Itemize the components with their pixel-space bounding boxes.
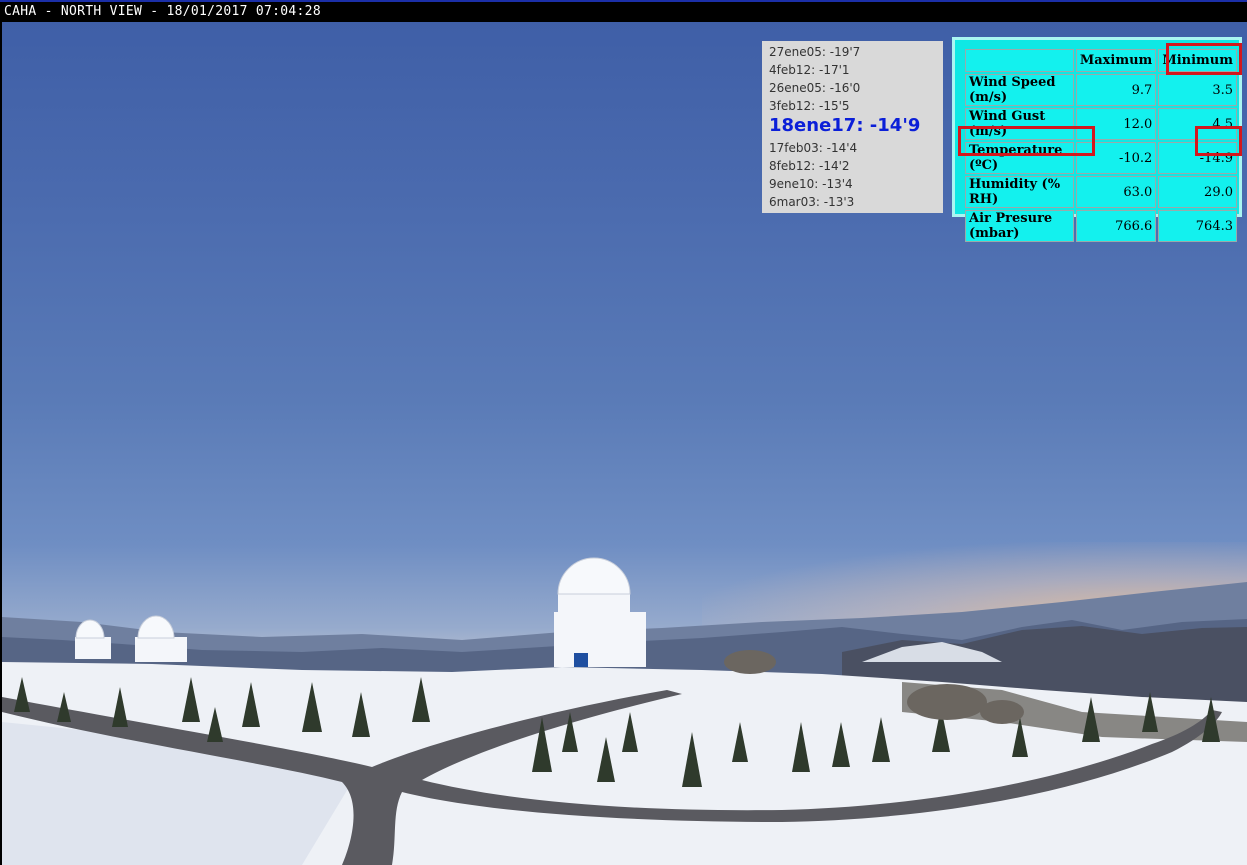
rock [907,684,987,720]
row-label: Wind Speed (m/s) [965,74,1074,106]
table-row: Humidity (% RH) 63.0 29.0 [965,176,1237,208]
min-value: 3.5 [1158,74,1237,106]
table-row: Wind Speed (m/s) 9.7 3.5 [965,74,1237,106]
record-entry: 6mar03: -13'3 [769,195,855,209]
record-entry: 9ene10: -13'4 [769,177,853,191]
max-value: -10.2 [1075,142,1157,174]
record-entry: 17feb03: -14'4 [769,141,858,155]
record-entry: 27ene05: -19'7 [769,45,861,59]
large-dome [554,557,646,667]
min-value: 4.5 [1158,108,1237,140]
weather-table: Maximum Minimum Wind Speed (m/s) 9.7 3.5… [963,47,1239,244]
record-entry: 4feb12: -17'1 [769,63,850,77]
table-row: Air Presure (mbar) 766.6 764.3 [965,210,1237,242]
table-row: Temperature (ºC) -10.2 -14.9 [965,142,1237,174]
rock [724,650,776,674]
min-value: 764.3 [1158,210,1237,242]
row-label: Humidity (% RH) [965,176,1074,208]
header-maximum: Maximum [1075,49,1157,72]
rock [980,700,1024,724]
header-minimum: Minimum [1158,49,1237,72]
min-value: 29.0 [1158,176,1237,208]
record-entry: 26ene05: -16'0 [769,81,861,95]
header-blank [965,49,1074,72]
max-value: 766.6 [1075,210,1157,242]
row-label: Temperature (ºC) [965,142,1074,174]
medium-dome [135,615,187,662]
weather-panel: Maximum Minimum Wind Speed (m/s) 9.7 3.5… [952,37,1242,242]
record-entry: 3feb12: -15'5 [769,99,850,113]
table-header-row: Maximum Minimum [965,49,1237,72]
temperature-records-panel: 27ene05: -19'7 4feb12: -17'1 26ene05: -1… [762,41,943,213]
webcam-frame: CAHA - NORTH VIEW - 18/01/2017 07:04:28 [0,0,1247,865]
camera-title: CAHA - NORTH VIEW - 18/01/2017 07:04:28 [4,4,321,19]
table-row: Wind Gust (m/s) 12.0 4.5 [965,108,1237,140]
record-entry: 8feb12: -14'2 [769,159,850,173]
max-value: 12.0 [1075,108,1157,140]
title-bar: CAHA - NORTH VIEW - 18/01/2017 07:04:28 [0,0,1247,22]
max-value: 9.7 [1075,74,1157,106]
max-value: 63.0 [1075,176,1157,208]
row-label: Wind Gust (m/s) [965,108,1074,140]
min-value: -14.9 [1158,142,1237,174]
row-label: Air Presure (mbar) [965,210,1074,242]
record-entry-current: 18ene17: -14'9 [769,115,921,136]
